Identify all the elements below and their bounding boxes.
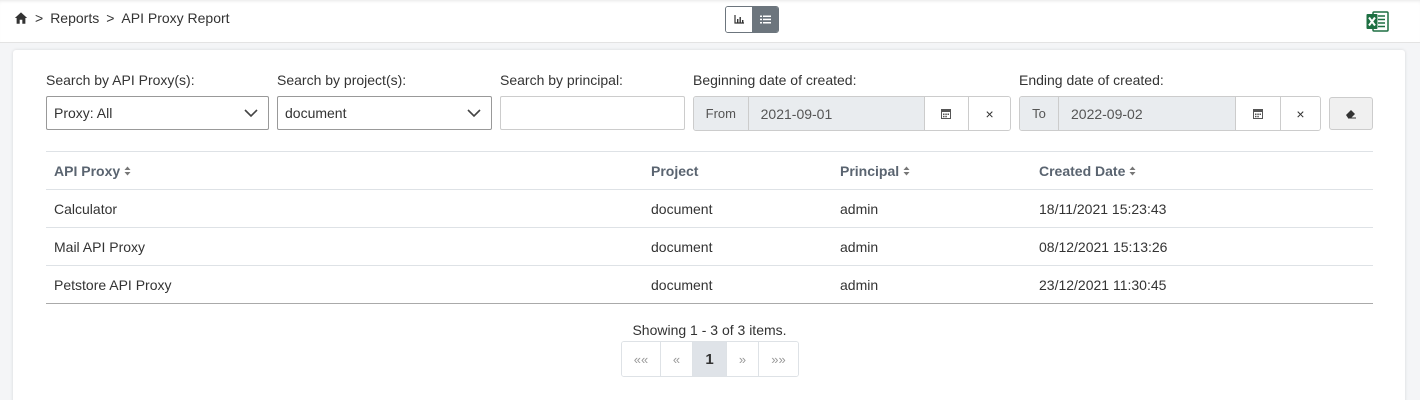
view-toggle bbox=[725, 6, 779, 33]
principal-filter-label: Search by principal: bbox=[500, 72, 623, 88]
calendar-icon bbox=[941, 109, 952, 119]
page-1-button[interactable]: 1 bbox=[693, 342, 727, 376]
cell-created-date: 08/12/2021 15:13:26 bbox=[1039, 238, 1168, 255]
breadcrumb-current: API Proxy Report bbox=[121, 10, 230, 26]
breadcrumb-separator: > bbox=[106, 10, 115, 26]
cell-api-proxy: Calculator bbox=[54, 200, 118, 217]
column-header-principal[interactable]: Principal bbox=[832, 163, 1031, 179]
cell-principal: admin bbox=[840, 200, 879, 217]
begin-date-prefix: From bbox=[694, 97, 749, 130]
list-view-button[interactable] bbox=[752, 7, 778, 32]
begin-date-group: From 2021-09-01 × bbox=[693, 96, 1011, 131]
end-date-input[interactable]: 2022-09-02 bbox=[1059, 97, 1236, 130]
excel-icon[interactable] bbox=[1366, 11, 1389, 32]
clear-filters-button[interactable] bbox=[1329, 97, 1373, 130]
first-page-button[interactable]: «« bbox=[622, 342, 661, 376]
end-date-calendar-button[interactable] bbox=[1236, 97, 1280, 130]
table-header: API Proxy Project Principal Created Date bbox=[46, 152, 1373, 190]
project-select-value: document bbox=[285, 105, 347, 121]
sort-icon bbox=[124, 166, 131, 175]
pagination: «« « 1 » »» bbox=[621, 341, 799, 377]
next-page-button[interactable]: » bbox=[727, 342, 759, 376]
cell-created-date: 23/12/2021 11:30:45 bbox=[1039, 276, 1167, 293]
column-header-project: Project bbox=[651, 162, 699, 179]
pagination-summary: Showing 1 - 3 of 3 items. bbox=[632, 322, 787, 338]
table-row[interactable]: Petstore API Proxy document admin 23/12/… bbox=[46, 266, 1373, 304]
cell-api-proxy: Mail API Proxy bbox=[54, 238, 146, 255]
home-icon[interactable] bbox=[14, 11, 28, 25]
cell-principal: admin bbox=[840, 276, 879, 293]
cell-principal: admin bbox=[840, 238, 879, 255]
begin-date-label: Beginning date of created: bbox=[693, 72, 857, 88]
cell-project: document bbox=[651, 238, 713, 255]
api-proxy-filter-label: Search by API Proxy(s): bbox=[46, 72, 195, 88]
top-bar: > Reports > API Proxy Report bbox=[0, 0, 1420, 43]
api-proxy-select[interactable]: Proxy: All bbox=[46, 96, 269, 130]
eraser-icon bbox=[1346, 109, 1356, 118]
table-row[interactable]: Calculator document admin 18/11/2021 15:… bbox=[46, 190, 1373, 228]
column-header-api-proxy[interactable]: API Proxy bbox=[46, 163, 643, 179]
chevron-down-icon bbox=[467, 108, 481, 117]
cell-api-proxy: Petstore API Proxy bbox=[54, 276, 172, 293]
begin-date-input[interactable]: 2021-09-01 bbox=[748, 97, 925, 130]
chart-view-button[interactable] bbox=[726, 7, 752, 32]
api-proxy-table: API Proxy Project Principal Created Date… bbox=[46, 151, 1373, 304]
breadcrumb: > Reports > API Proxy Report bbox=[14, 10, 230, 26]
cell-project: document bbox=[651, 200, 713, 217]
end-date-clear-button[interactable]: × bbox=[1280, 97, 1320, 130]
api-proxy-select-value: Proxy: All bbox=[54, 105, 113, 121]
close-icon: × bbox=[1296, 105, 1305, 122]
begin-date-clear-button[interactable]: × bbox=[968, 97, 1010, 130]
project-select[interactable]: document bbox=[277, 96, 492, 130]
cell-project: document bbox=[651, 276, 713, 293]
end-date-group: To 2022-09-02 × bbox=[1019, 96, 1321, 131]
chevron-down-icon bbox=[244, 108, 258, 117]
last-page-button[interactable]: »» bbox=[759, 342, 798, 376]
end-date-label: Ending date of created: bbox=[1019, 72, 1164, 88]
bar-chart-icon bbox=[734, 15, 744, 24]
end-date-prefix: To bbox=[1020, 97, 1059, 130]
cell-created-date: 18/11/2021 15:23:43 bbox=[1039, 200, 1167, 217]
project-filter-label: Search by project(s): bbox=[277, 72, 407, 88]
table-row[interactable]: Mail API Proxy document admin 08/12/2021… bbox=[46, 228, 1373, 266]
principal-input[interactable] bbox=[500, 96, 685, 130]
breadcrumb-separator: > bbox=[35, 10, 44, 26]
sort-icon bbox=[1129, 166, 1136, 175]
breadcrumb-reports-link[interactable]: Reports bbox=[50, 10, 99, 26]
list-icon bbox=[759, 15, 771, 24]
column-header-created-date[interactable]: Created Date bbox=[1031, 163, 1373, 179]
sort-icon bbox=[903, 166, 910, 175]
prev-page-button[interactable]: « bbox=[661, 342, 693, 376]
begin-date-calendar-button[interactable] bbox=[924, 97, 969, 130]
close-icon: × bbox=[985, 105, 994, 122]
calendar-icon bbox=[1253, 109, 1263, 119]
